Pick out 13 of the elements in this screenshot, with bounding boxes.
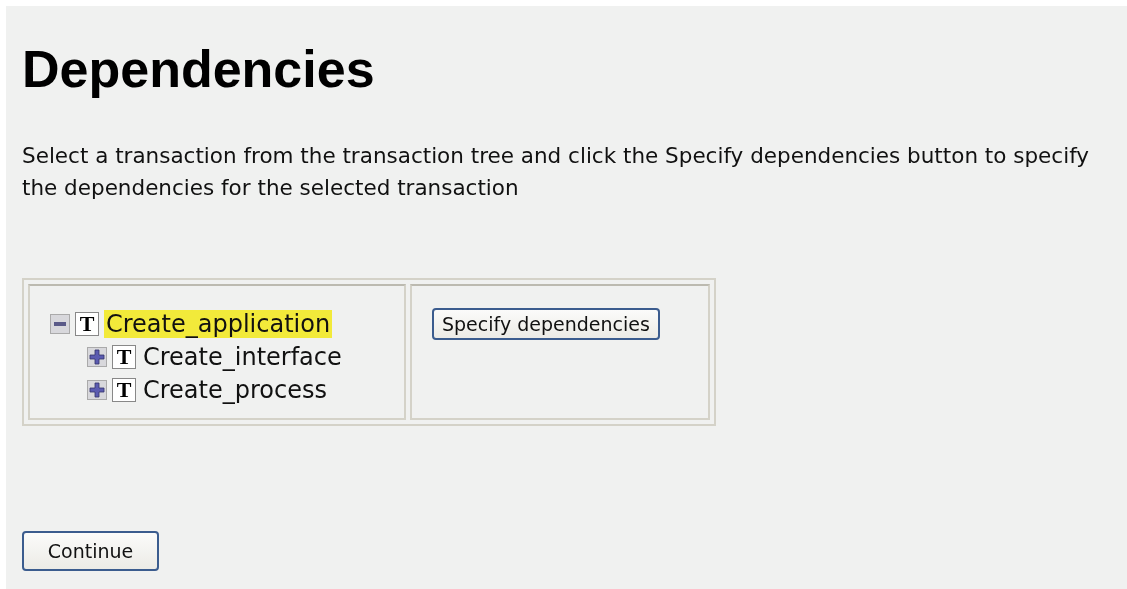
instructions-text: Select a transaction from the transaction tree and click the Specify dependencies button to specify the dependencies for the selected transaction bbox=[22, 141, 1091, 202]
collapse-icon[interactable] bbox=[50, 314, 70, 335]
expand-icon[interactable] bbox=[87, 380, 107, 401]
tree-item[interactable]: Create_application bbox=[104, 310, 333, 339]
transaction-icon: T bbox=[75, 312, 99, 337]
tree-item[interactable]: Create_process bbox=[141, 376, 329, 405]
tree-item[interactable]: Create_interface bbox=[141, 343, 344, 372]
transaction-icon: T bbox=[112, 378, 136, 403]
expand-icon[interactable] bbox=[87, 347, 107, 368]
continue-button[interactable]: Continue bbox=[22, 530, 159, 571]
specify-dependencies-button[interactable]: Specify dependencies bbox=[432, 307, 660, 340]
page-heading: Dependencies bbox=[22, 39, 376, 100]
transaction-icon: T bbox=[112, 345, 136, 370]
